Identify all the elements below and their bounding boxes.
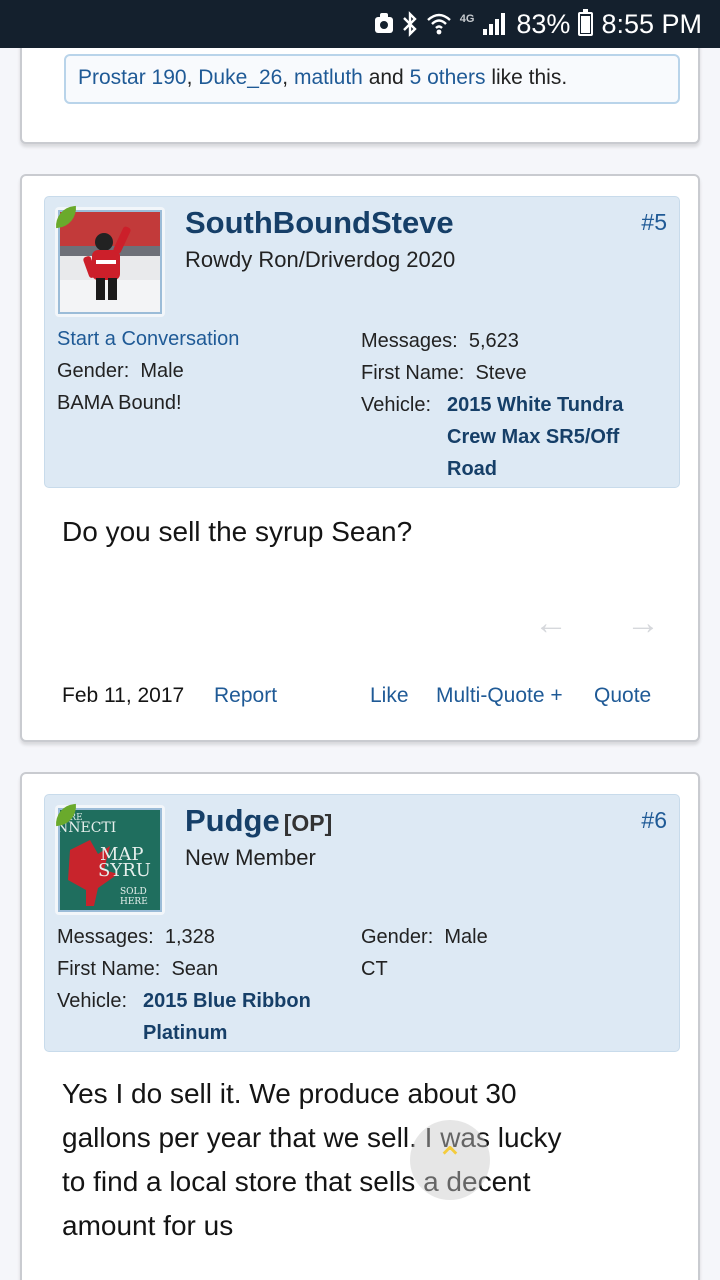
messages-value: 5,623 [468, 330, 519, 352]
user-info-right: Gender: Male CT [361, 921, 488, 985]
vehicle-value: Platinum [143, 1022, 228, 1044]
first-name-label: First Name: [57, 958, 161, 980]
battery-percent: 83% [516, 8, 571, 39]
user-title: Rowdy Ron/Driverdog 2020 [185, 247, 456, 272]
op-tag: [OP] [283, 810, 333, 836]
clock-time: 8:55 PM [601, 8, 702, 39]
first-name-value: Sean [171, 958, 219, 980]
liker-link[interactable]: matluth [294, 66, 363, 89]
likes-suffix: like this. [491, 66, 568, 89]
vehicle-value: Road [447, 458, 497, 480]
thread-page: Prostar 190, Duke_26, matluth and 5 othe… [0, 48, 720, 1280]
liker-link[interactable]: Duke_26 [198, 66, 282, 89]
liker-link[interactable]: Prostar 190 [78, 66, 187, 89]
next-arrow-icon[interactable]: → [626, 604, 660, 643]
android-auto-icon [374, 13, 394, 35]
username-text[interactable]: Pudge [185, 803, 280, 838]
vehicle-label: Vehicle: [57, 990, 128, 1012]
post-card: ORE NNECTI MAP SYRU SOLD HERE Pudge [OP] … [20, 772, 700, 1280]
post-card: SouthBoundSteve Rowdy Ron/Driverdog 2020… [20, 174, 700, 742]
gender-label: Gender: [361, 926, 434, 948]
post-message-line: amount for us [62, 1210, 234, 1241]
avatar-frame [54, 205, 165, 317]
vehicle-value: 2015 Blue Ribbon [143, 990, 311, 1012]
username-link[interactable]: SouthBoundSteve [185, 205, 454, 241]
user-info-left: Start a Conversation Gender: Male BAMA B… [57, 323, 239, 419]
messages-label: Messages: [57, 926, 154, 948]
report-link[interactable]: Report [214, 684, 277, 707]
messages-label: Messages: [361, 330, 458, 352]
wifi-icon [426, 12, 452, 36]
avatar-text: HERE [120, 897, 148, 907]
post-number-link[interactable]: #5 [641, 209, 667, 236]
user-title: New Member [185, 845, 316, 870]
first-name-label: First Name: [361, 362, 465, 384]
battery-icon [578, 9, 594, 36]
status-bar: 4G 83% 8:55 PM [0, 0, 720, 48]
network-type: 4G [459, 13, 475, 25]
messages-value: 1,328 [164, 926, 215, 948]
previous-post-card: Prostar 190, Duke_26, matluth and 5 othe… [20, 48, 700, 144]
signal-icon [482, 12, 508, 36]
user-info-panel: SouthBoundSteve Rowdy Ron/Driverdog 2020… [44, 196, 680, 488]
post-message-line: Yes I do sell it. We produce about 30 [62, 1078, 517, 1109]
username-link[interactable]: Pudge [OP] [185, 803, 332, 839]
chevron-up-icon: ⌃ [435, 1141, 465, 1179]
avatar-frame: ORE NNECTI MAP SYRU SOLD HERE [54, 803, 165, 915]
scroll-to-top-button[interactable]: ⌃ [410, 1120, 490, 1200]
user-info-right: Messages: 5,623 First Name: Steve Vehicl… [361, 325, 623, 485]
gender-value: Male [444, 926, 488, 948]
avatar[interactable] [58, 210, 162, 314]
custom-field-value: BAMA Bound! [57, 392, 182, 414]
avatar-text: SOLD [120, 887, 147, 897]
post-message: Do you sell the syrup Sean? [62, 516, 413, 547]
likes-others-link[interactable]: 5 others [410, 66, 486, 89]
vehicle-label: Vehicle: [361, 394, 432, 416]
quote-link[interactable]: Quote [594, 684, 651, 707]
post-number-link[interactable]: #6 [641, 807, 667, 834]
vehicle-value: Crew Max SR5/Off [447, 426, 620, 448]
user-info-left: Messages: 1,328 First Name: Sean Vehicle… [57, 921, 311, 1049]
location-value: CT [361, 958, 388, 980]
avatar[interactable]: ORE NNECTI MAP SYRU SOLD HERE [58, 808, 162, 912]
user-info-panel: ORE NNECTI MAP SYRU SOLD HERE Pudge [OP] … [44, 794, 680, 1052]
avatar-text: SYRU [98, 860, 151, 881]
first-name-value: Steve [475, 362, 527, 384]
post-date: Feb 11, 2017 [62, 684, 185, 707]
vehicle-value: 2015 White Tundra [447, 394, 624, 416]
multi-quote-link[interactable]: Multi-Quote + [436, 684, 563, 707]
gender-value: Male [140, 360, 184, 382]
likes-and: and [368, 66, 404, 89]
bluetooth-icon [402, 11, 418, 37]
prev-arrow-icon[interactable]: ← [534, 604, 568, 643]
like-link[interactable]: Like [370, 684, 409, 707]
start-conversation-link[interactable]: Start a Conversation [57, 328, 239, 350]
avatar-text: NNECTI [60, 820, 116, 836]
likes-summary: Prostar 190, Duke_26, matluth and 5 othe… [64, 54, 680, 104]
gender-label: Gender: [57, 360, 130, 382]
